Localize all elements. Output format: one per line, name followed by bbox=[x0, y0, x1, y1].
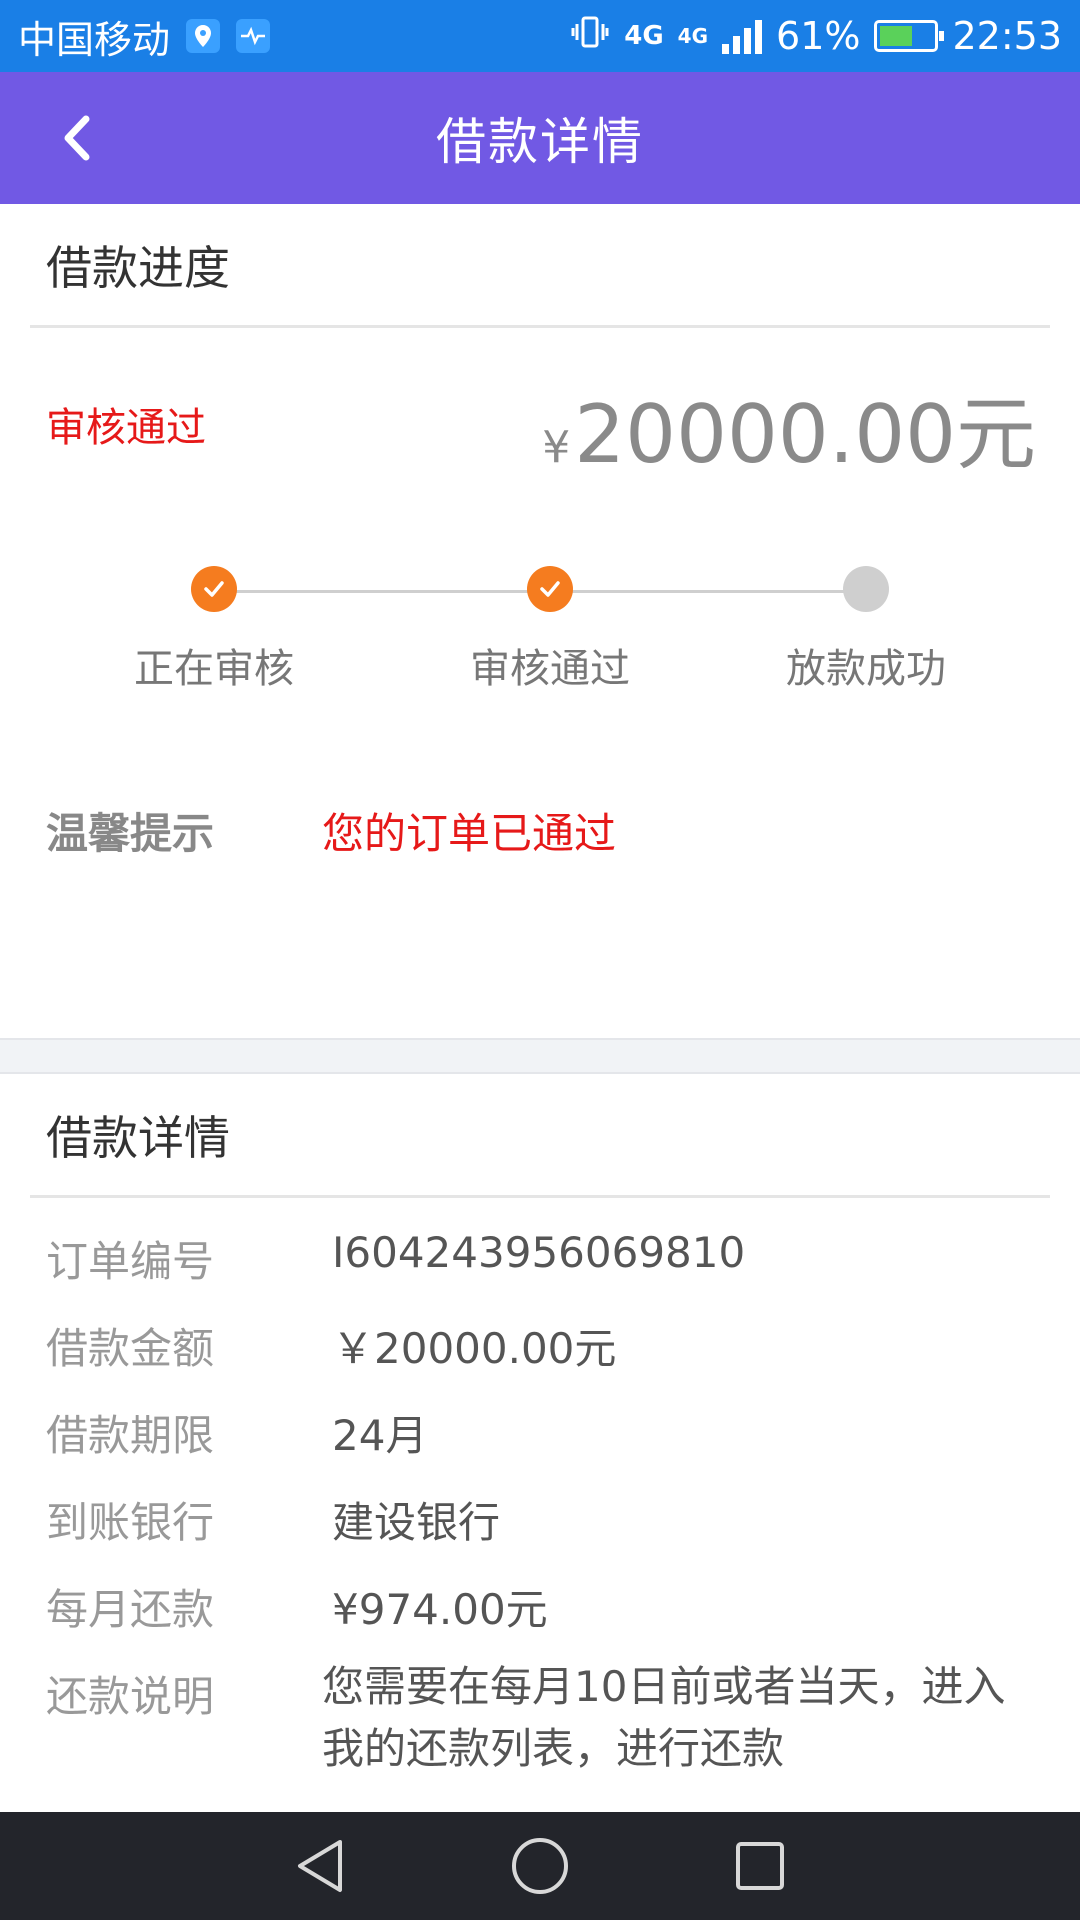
section-divider bbox=[0, 1038, 1080, 1074]
page-title: 借款详情 bbox=[436, 113, 644, 171]
nav-home-button[interactable] bbox=[505, 1831, 575, 1901]
location-icon bbox=[186, 19, 221, 53]
step-3-pending-dot bbox=[843, 566, 889, 612]
repayment-note-value: 您需要在每月10日前或者当天，进入我的还款列表，进行还款 bbox=[322, 1662, 1006, 1773]
health-icon bbox=[236, 19, 271, 53]
progress-section: 借款进度 bbox=[0, 204, 1080, 1038]
order-number-value: I604243956069810 bbox=[332, 1228, 746, 1277]
loan-amount-label: 借款金额 bbox=[46, 1324, 215, 1373]
tip-label: 温馨提示 bbox=[46, 809, 215, 858]
system-nav-bar bbox=[0, 1812, 1080, 1920]
detail-section-title: 借款详情 bbox=[30, 1074, 1050, 1198]
monthly-payment-value: ¥974.00元 bbox=[332, 1585, 548, 1634]
bank-value: 建设银行 bbox=[332, 1498, 501, 1547]
back-button[interactable] bbox=[46, 108, 106, 168]
step-connector-2 bbox=[550, 590, 866, 593]
battery-icon bbox=[874, 20, 945, 52]
step-1-label: 正在审核 bbox=[134, 646, 294, 692]
network-type-1: 4G bbox=[624, 21, 664, 51]
recents-square-icon bbox=[736, 1842, 784, 1890]
loan-amount-value: ￥20000.00元 bbox=[332, 1324, 617, 1373]
battery-percent: 61% bbox=[776, 14, 861, 58]
carrier-label: 中国移动 bbox=[18, 17, 171, 62]
loan-term-label: 借款期限 bbox=[46, 1411, 215, 1460]
network-type-2: 4G bbox=[677, 23, 709, 48]
order-number-label: 订单编号 bbox=[46, 1237, 215, 1286]
step-3-label: 放款成功 bbox=[786, 646, 946, 692]
loan-amount: ¥ 20000.00元 bbox=[542, 370, 1036, 486]
status-bar: 中国移动 4G 4G 61% 22:53 bbox=[0, 0, 1080, 72]
currency-symbol: ¥ bbox=[542, 422, 571, 473]
bank-label: 到账银行 bbox=[46, 1498, 215, 1547]
repayment-note-label: 还款说明 bbox=[46, 1672, 215, 1721]
vibrate-icon bbox=[570, 12, 610, 61]
status-label: 审核通过 bbox=[46, 405, 206, 451]
loan-term-value: 24月 bbox=[332, 1411, 428, 1460]
amount-value: 20000.00元 bbox=[574, 388, 1036, 481]
progress-section-title: 借款进度 bbox=[30, 204, 1050, 328]
step-2-check-icon bbox=[527, 566, 573, 612]
nav-back-button[interactable] bbox=[285, 1831, 355, 1901]
step-2-label: 审核通过 bbox=[470, 646, 630, 692]
back-triangle-icon bbox=[298, 1840, 342, 1892]
clock: 22:53 bbox=[952, 14, 1062, 58]
app-bar: 借款详情 bbox=[0, 72, 1080, 204]
chevron-left-icon bbox=[64, 115, 90, 161]
step-connector-1 bbox=[214, 590, 550, 593]
monthly-payment-label: 每月还款 bbox=[46, 1585, 215, 1634]
home-circle-icon bbox=[512, 1838, 568, 1894]
nav-recents-button[interactable] bbox=[725, 1831, 795, 1901]
signal-icon bbox=[722, 18, 763, 54]
tip-message: 您的订单已通过 bbox=[322, 809, 617, 858]
step-1-check-icon bbox=[191, 566, 237, 612]
